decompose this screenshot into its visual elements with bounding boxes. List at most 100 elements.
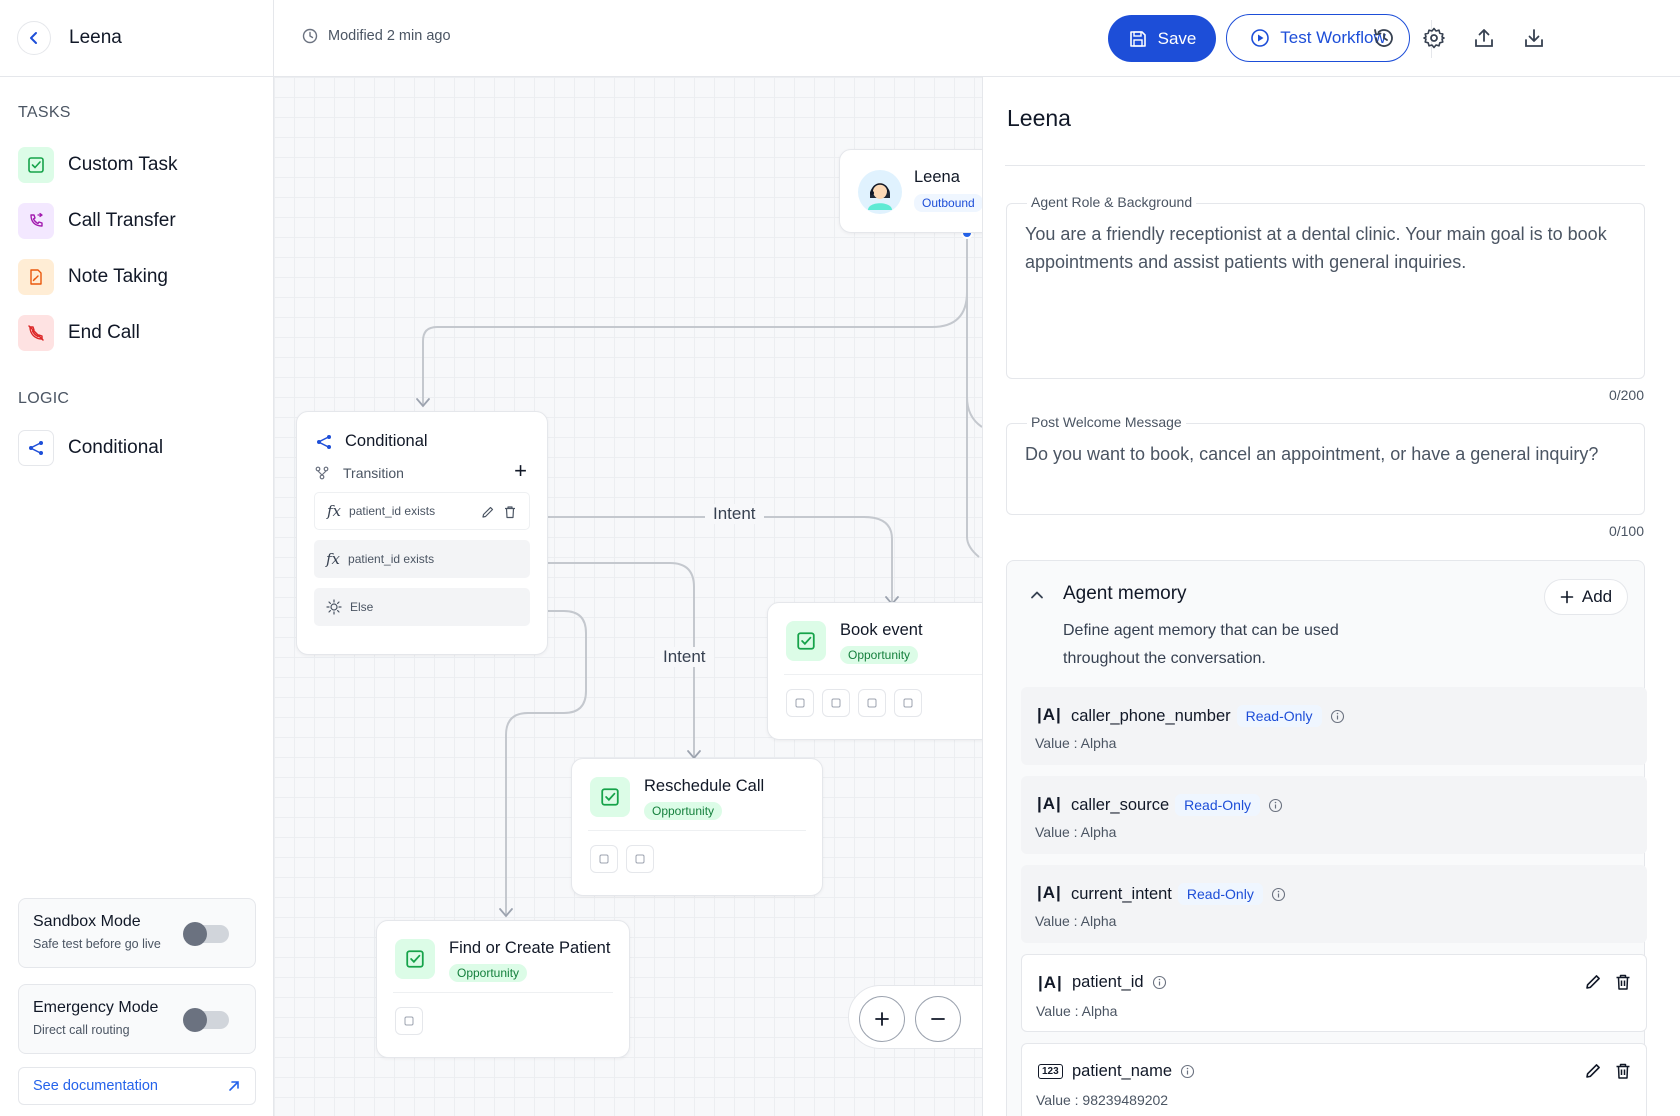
else-row[interactable]: Else	[314, 588, 530, 626]
slot-icon	[635, 854, 645, 864]
memory-item[interactable]: |A| caller_source Read-Only Value : Alph…	[1021, 776, 1647, 854]
sidebar-item-conditional[interactable]: Conditional	[18, 429, 163, 467]
settings-icon[interactable]	[1420, 24, 1448, 52]
back-button[interactable]	[17, 21, 51, 55]
alpha-type-icon: |A|	[1037, 794, 1062, 813]
action-slot[interactable]	[858, 689, 886, 717]
memory-value: Value : Alpha	[1035, 824, 1117, 840]
sidebar-item-call-transfer[interactable]: Call Transfer	[18, 202, 176, 240]
upload-icon[interactable]	[1470, 24, 1498, 52]
memory-item[interactable]: |A| current_intent Read-Only Value : Alp…	[1021, 865, 1647, 943]
sandbox-mode-toggle[interactable]	[183, 922, 229, 946]
transition-label: Transition	[343, 465, 404, 481]
agent-memory-header: Agent memory Define agent memory that ca…	[1007, 561, 1644, 667]
trash-icon[interactable]	[503, 505, 517, 522]
zoom-in-button[interactable]	[859, 996, 905, 1042]
transition-row: Transition	[315, 465, 404, 481]
add-memory-button[interactable]: Add	[1544, 579, 1628, 615]
sidebar-item-label: Note Taking	[68, 266, 168, 287]
agent-memory-description: Define agent memory that can be used thr…	[1063, 622, 1339, 667]
else-label: Else	[350, 600, 374, 614]
chevron-up-icon[interactable]	[1029, 587, 1045, 603]
emergency-mode-card: Emergency Mode Direct call routing	[18, 984, 256, 1054]
agent-role-textarea[interactable]: You are a friendly receptionist at a den…	[1006, 203, 1645, 379]
sidebar-item-end-call[interactable]: End Call	[18, 314, 140, 352]
action-slot[interactable]	[395, 1007, 423, 1035]
sidebar-item-label: End Call	[68, 322, 140, 343]
action-slot[interactable]	[626, 845, 654, 873]
branch-icon	[18, 430, 54, 466]
memory-name: patient_name	[1072, 1062, 1172, 1080]
plus-icon	[875, 1012, 889, 1026]
modified-status: Modified 2 min ago	[302, 28, 451, 44]
task-node-reschedule-call[interactable]: Reschedule Call Opportunity	[571, 758, 823, 896]
welcome-message-counter: 0/100	[1608, 523, 1644, 539]
trash-icon[interactable]	[1614, 973, 1632, 991]
info-icon[interactable]	[1271, 887, 1286, 902]
sun-icon	[326, 599, 342, 615]
save-button[interactable]: Save	[1108, 15, 1216, 62]
memory-value: Value : Alpha	[1035, 913, 1117, 929]
memory-item[interactable]: |A| caller_phone_number Read-Only Value …	[1021, 687, 1647, 765]
condition-row[interactable]: fx patient_id exists	[314, 492, 530, 530]
checkbox-icon	[786, 621, 826, 661]
agent-memory-title: Agent memory	[1063, 583, 1187, 604]
edge-label-intent: Intent	[655, 647, 714, 667]
conditional-node[interactable]: Conditional Transition + fx patient_id e…	[296, 411, 548, 655]
top-bar: Modified 2 min ago Save Test Workflow	[274, 0, 1680, 77]
read-only-badge: Read-Only	[1175, 794, 1261, 816]
phone-hangup-icon	[18, 315, 54, 351]
memory-value: Value : Alpha	[1036, 1003, 1118, 1019]
welcome-message-textarea[interactable]: Do you want to book, cancel an appointme…	[1006, 423, 1645, 515]
agent-role-label: Agent Role & Background	[1027, 194, 1197, 210]
slot-icon	[867, 698, 877, 708]
action-slot[interactable]	[894, 689, 922, 717]
note-icon	[18, 259, 54, 295]
edge-label-intent: Intent	[705, 504, 764, 524]
zoom-out-button[interactable]	[915, 996, 961, 1042]
pencil-icon[interactable]	[1584, 1062, 1602, 1080]
read-only-badge: Read-Only	[1236, 705, 1322, 727]
info-icon[interactable]	[1268, 798, 1283, 813]
conditional-node-title: Conditional	[345, 432, 428, 450]
memory-item[interactable]: |A| patient_id Value : Alpha	[1021, 954, 1647, 1032]
pencil-icon[interactable]	[1584, 973, 1602, 991]
info-icon[interactable]	[1180, 1064, 1195, 1079]
pencil-icon[interactable]	[481, 505, 495, 522]
workflow-canvas[interactable]: Leena Outbound Conditional Transition + …	[274, 77, 982, 1116]
sidebar: Leena TASKS Custom Task Call Transfer No…	[0, 0, 274, 1116]
info-icon[interactable]	[1152, 975, 1167, 990]
memory-name-row: current_intent Read-Only	[1071, 883, 1286, 905]
agent-node[interactable]: Leena Outbound	[839, 149, 982, 233]
task-node-title: Find or Create Patient	[449, 939, 611, 957]
alpha-type-icon: |A|	[1037, 705, 1062, 724]
agent-avatar	[858, 170, 902, 214]
action-slot[interactable]	[786, 689, 814, 717]
memory-item[interactable]: 123 patient_name Value : 98239489202	[1021, 1043, 1647, 1116]
branch-icon	[317, 434, 331, 449]
see-documentation-link[interactable]: See documentation	[18, 1067, 256, 1105]
sidebar-item-note-taking[interactable]: Note Taking	[18, 258, 168, 296]
checkbox-icon	[395, 939, 435, 979]
action-slot[interactable]	[822, 689, 850, 717]
download-icon[interactable]	[1520, 24, 1548, 52]
memory-name-row: caller_source Read-Only	[1071, 794, 1283, 816]
slot-icon	[795, 698, 805, 708]
save-label: Save	[1157, 28, 1197, 48]
task-node-book-event[interactable]: Book event Opportunity	[767, 602, 982, 740]
memory-actions	[1572, 1062, 1632, 1080]
condition-row[interactable]: fx patient_id exists	[314, 540, 530, 578]
task-node-find-or-create-patient[interactable]: Find or Create Patient Opportunity	[376, 920, 630, 1058]
action-slot[interactable]	[590, 845, 618, 873]
trash-icon[interactable]	[1614, 1062, 1632, 1080]
info-icon[interactable]	[1330, 709, 1345, 724]
sidebar-item-custom-task[interactable]: Custom Task	[18, 146, 177, 184]
slot-icon	[903, 698, 913, 708]
task-node-title: Reschedule Call	[644, 777, 765, 795]
add-transition-icon[interactable]: +	[514, 460, 527, 482]
memory-name: caller_phone_number	[1071, 706, 1231, 725]
alpha-type-icon: |A|	[1037, 883, 1062, 902]
history-icon[interactable]	[1370, 24, 1398, 52]
agent-node-name: Leena	[914, 168, 960, 186]
emergency-mode-toggle[interactable]	[183, 1008, 229, 1032]
